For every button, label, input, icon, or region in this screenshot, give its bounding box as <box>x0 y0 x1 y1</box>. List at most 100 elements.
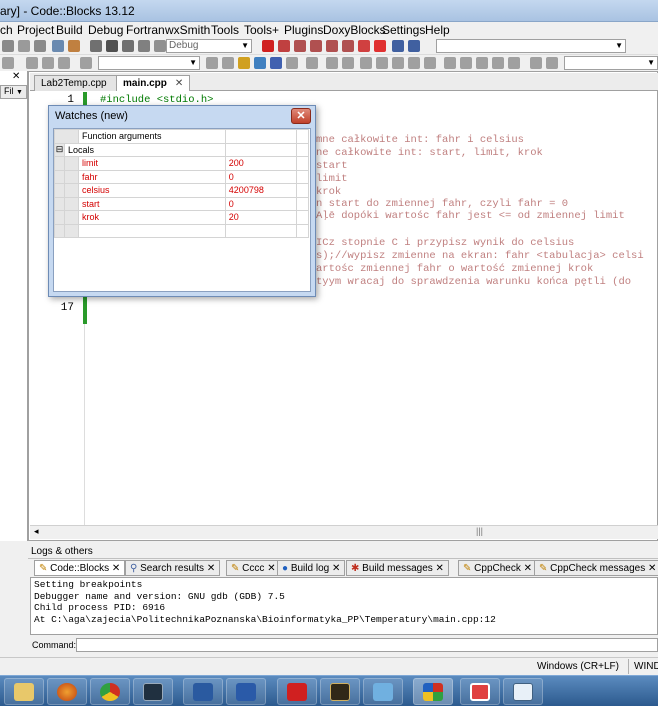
table-row[interactable] <box>54 223 309 238</box>
rebuild-icon[interactable] <box>138 40 150 52</box>
debug-info-icon[interactable] <box>408 40 420 52</box>
debug-start-icon[interactable] <box>262 40 274 52</box>
function-select[interactable]: ▼ <box>98 56 200 70</box>
taskbar-media[interactable] <box>320 678 360 705</box>
menu-help[interactable]: Help <box>425 23 450 37</box>
taskbar-window[interactable] <box>503 678 543 705</box>
step-out-icon[interactable] <box>326 40 338 52</box>
match-case-icon[interactable] <box>270 57 282 69</box>
next-instruction-icon[interactable] <box>342 40 354 52</box>
menu-plugins[interactable]: Plugins <box>284 23 323 37</box>
shape-tool-7-icon[interactable] <box>424 57 436 69</box>
shape-tool-2-icon[interactable] <box>342 57 354 69</box>
build-gear-icon[interactable] <box>90 40 102 52</box>
tab-cppcheck[interactable]: ✎ CppCheck ✕ <box>458 560 538 576</box>
bookmark-icon[interactable] <box>80 57 92 69</box>
taskbar-word[interactable] <box>226 678 266 705</box>
debug-windows-icon[interactable] <box>392 40 404 52</box>
step-into-icon[interactable] <box>310 40 322 52</box>
shape-tool-6-icon[interactable] <box>408 57 420 69</box>
select-icon[interactable] <box>254 57 266 69</box>
close-icon[interactable]: ✕ <box>524 563 532 574</box>
taskbar-acrobat[interactable] <box>277 678 317 705</box>
build-run-icon[interactable] <box>122 40 134 52</box>
build-target-select[interactable]: Debug ▼ <box>166 39 252 53</box>
menu-settings[interactable]: Settings <box>382 23 425 37</box>
menu-tools-plus[interactable]: Tools+ <box>244 23 279 37</box>
menu-tools[interactable]: Tools <box>211 23 239 37</box>
cursor-icon[interactable] <box>306 57 318 69</box>
menu-project[interactable]: Project <box>17 23 54 37</box>
cut-icon[interactable] <box>2 40 14 52</box>
taskbar-chrome[interactable] <box>90 678 130 705</box>
taskbar-paint[interactable] <box>460 678 500 705</box>
shape-tool-4-icon[interactable] <box>376 57 388 69</box>
close-icon[interactable]: ✕ <box>436 563 444 574</box>
zoom-in-icon[interactable] <box>492 57 504 69</box>
run-to-cursor-icon[interactable] <box>278 40 290 52</box>
close-icon[interactable]: ✕ <box>175 78 183 89</box>
run-icon[interactable] <box>106 40 118 52</box>
table-row[interactable]: limit 200 <box>54 156 309 171</box>
table-row[interactable]: start 0 <box>54 196 309 211</box>
paste-icon[interactable] <box>34 40 46 52</box>
table-row[interactable]: fahr 0 <box>54 169 309 184</box>
menu-fortran[interactable]: Fortran <box>126 23 165 37</box>
table-row[interactable]: celsius 4200798 <box>54 183 309 198</box>
jump-back-icon[interactable] <box>2 57 14 69</box>
shape-tool-icon[interactable] <box>326 57 338 69</box>
break-debugger-icon[interactable] <box>358 40 370 52</box>
menu-build[interactable]: Build <box>56 23 83 37</box>
tab-codeblocks[interactable]: ✎ Code::Blocks ✕ <box>34 560 126 576</box>
close-icon[interactable]: ✕ <box>207 563 215 574</box>
taskbar-firefox[interactable] <box>47 678 87 705</box>
taskbar-save-app[interactable] <box>183 678 223 705</box>
symbol-s-icon[interactable] <box>530 57 542 69</box>
shape-tool-5-icon[interactable] <box>392 57 404 69</box>
symbol-select[interactable]: ▼ <box>564 56 658 70</box>
nav-prev-icon[interactable] <box>42 57 54 69</box>
menu-wxsmith[interactable]: wxSmith <box>165 23 210 37</box>
taskbar-terminal[interactable] <box>133 678 173 705</box>
shape-tool-3-icon[interactable] <box>360 57 372 69</box>
scrollbar-grip[interactable]: ||| <box>476 526 483 536</box>
table-row[interactable]: ⊟ Locals <box>54 142 309 157</box>
close-icon[interactable]: ✕ <box>291 108 311 124</box>
find-icon[interactable] <box>52 40 64 52</box>
copy-icon[interactable] <box>18 40 30 52</box>
scroll-left-icon[interactable]: ◂ <box>34 526 39 537</box>
back-arrow-icon[interactable] <box>206 57 218 69</box>
shape-tool-8-icon[interactable] <box>444 57 456 69</box>
close-icon[interactable]: ✕ <box>112 563 120 574</box>
tab-build-messages[interactable]: ✱ Build messages ✕ <box>346 560 449 576</box>
tab-search-results[interactable]: ⚲ Search results ✕ <box>125 560 221 576</box>
zoom-out-icon[interactable] <box>508 57 520 69</box>
command-input[interactable] <box>76 638 658 652</box>
next-line-icon[interactable] <box>294 40 306 52</box>
replace-icon[interactable] <box>68 40 80 52</box>
nav-next-icon[interactable] <box>58 57 70 69</box>
table-row[interactable]: krok 20 <box>54 210 309 225</box>
log-output[interactable]: Setting breakpoints Debugger name and ve… <box>30 577 658 635</box>
symbol-c-icon[interactable] <box>546 57 558 69</box>
forward-arrow-icon[interactable] <box>222 57 234 69</box>
files-tab[interactable]: Fil ▼ <box>0 85 27 99</box>
taskbar-codeblocks[interactable] <box>413 678 453 705</box>
taskbar-app[interactable] <box>363 678 403 705</box>
nav-first-icon[interactable] <box>26 57 38 69</box>
shape-tool-9-icon[interactable] <box>460 57 472 69</box>
code-completion-scope-select[interactable]: ▼ <box>436 39 626 53</box>
stop-debugger-icon[interactable] <box>374 40 386 52</box>
regex-icon[interactable] <box>286 57 298 69</box>
highlight-icon[interactable] <box>238 57 250 69</box>
menu-search[interactable]: ch <box>0 23 13 37</box>
abort-icon[interactable] <box>154 40 166 52</box>
horizontal-scrollbar[interactable]: ◂ ||| <box>30 525 658 539</box>
tab-cccc[interactable]: ✎ Cccc ✕ <box>226 560 281 576</box>
taskbar-explorer[interactable] <box>4 678 44 705</box>
collapse-icon[interactable]: ⊟ <box>54 142 65 157</box>
panel-close-icon[interactable]: ✕ <box>12 71 20 82</box>
close-icon[interactable]: ✕ <box>648 563 656 574</box>
table-row[interactable]: Function arguments <box>54 129 309 144</box>
close-icon[interactable]: ✕ <box>267 563 275 574</box>
